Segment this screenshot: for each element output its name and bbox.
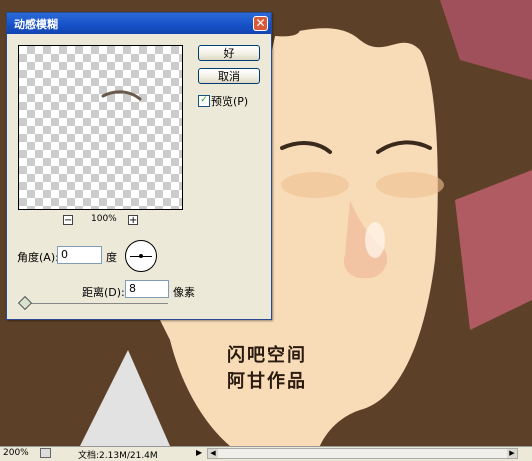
watermark-line1: 闪吧空间 <box>227 345 307 366</box>
zoom-in-button[interactable]: + <box>128 215 138 226</box>
left-eye-shadow <box>281 172 349 198</box>
angle-dial[interactable] <box>125 240 157 272</box>
scroll-right-icon[interactable]: ▶ <box>507 449 517 458</box>
motion-blur-dialog: 动感模糊 ✕ − 100% + 好 取消 ✓ 预览(P) 角度(A): 0 度 … <box>6 12 272 320</box>
ok-button[interactable]: 好 <box>198 45 260 61</box>
distance-unit: 像素 <box>173 286 195 299</box>
angle-label: 角度(A): <box>17 251 59 264</box>
zoom-level: 100% <box>91 214 117 224</box>
dialog-title: 动感模糊 <box>14 18 58 31</box>
status-bar: 200% 文档:2.13M/21.4M ▶ ◀ ▶ <box>0 446 532 461</box>
watermark: 闪吧空间 阿甘作品 <box>227 343 307 395</box>
right-eye-shadow <box>376 172 444 198</box>
status-zoom[interactable]: 200% <box>3 448 29 458</box>
status-doc-info: 文档:2.13M/21.4M <box>78 451 158 461</box>
close-button[interactable]: ✕ <box>253 16 268 31</box>
preview-checkbox[interactable]: ✓ <box>198 95 210 107</box>
preview-eyebrow-stroke <box>101 90 142 101</box>
status-icon[interactable] <box>40 448 51 458</box>
angle-unit: 度 <box>106 251 117 264</box>
scroll-left-icon[interactable]: ◀ <box>208 449 218 458</box>
angle-input[interactable]: 0 <box>57 246 102 264</box>
distance-slider-track[interactable] <box>20 303 168 304</box>
horizontal-scrollbar[interactable]: ◀ ▶ <box>207 448 518 459</box>
close-icon: ✕ <box>255 16 266 30</box>
distance-slider-thumb[interactable] <box>17 295 33 311</box>
watermark-line2: 阿甘作品 <box>227 371 307 392</box>
filter-preview[interactable] <box>18 45 183 210</box>
cancel-button[interactable]: 取消 <box>198 68 260 84</box>
status-menu-arrow-icon[interactable]: ▶ <box>196 448 202 457</box>
distance-input[interactable]: 8 <box>125 280 169 298</box>
distance-label: 距离(D): <box>82 286 125 299</box>
preview-label[interactable]: 预览(P) <box>211 93 248 109</box>
angle-dial-center <box>139 254 143 258</box>
zoom-out-button[interactable]: − <box>63 215 73 226</box>
nose-highlight <box>365 222 385 258</box>
dialog-titlebar[interactable]: 动感模糊 ✕ <box>7 13 271 34</box>
